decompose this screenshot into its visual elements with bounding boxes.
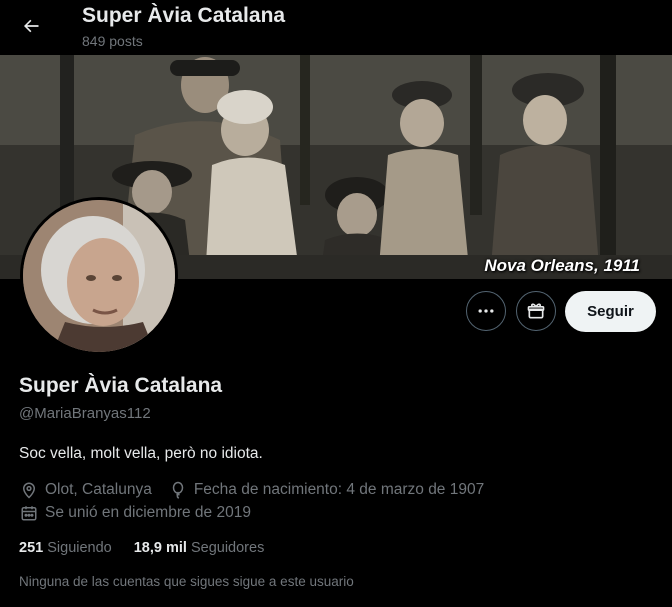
location-text: Olot, Catalunya	[45, 481, 152, 498]
more-options-button[interactable]	[466, 291, 506, 331]
header-title: Super Àvia Catalana	[82, 4, 286, 27]
profile-stats: 251 Siguiendo 18,9 mil Seguidores	[19, 540, 286, 556]
gift-icon	[527, 303, 545, 319]
more-icon	[478, 309, 494, 313]
back-button[interactable]	[14, 9, 48, 43]
profile-handle: @MariaBranyas112	[19, 405, 151, 422]
top-bar: Super Àvia Catalana 849 posts	[0, 0, 672, 55]
location-pin-icon	[19, 480, 39, 500]
profile-meta-row-1: Olot, Catalunya Fecha de nacimiento: 4 d…	[19, 480, 500, 500]
post-count: 849 posts	[82, 33, 143, 49]
birth-text: Fecha de nacimiento: 4 de marzo de 1907	[193, 481, 485, 498]
follow-button[interactable]: Seguir	[565, 291, 656, 332]
following-link[interactable]: 251 Siguiendo	[19, 540, 112, 556]
followers-link[interactable]: 18,9 mil Seguidores	[134, 540, 265, 556]
following-count: 251	[19, 540, 44, 556]
profile-meta-row-2: Se unió en diciembre de 2019	[19, 503, 267, 523]
followers-you-know-notice: Ninguna de las cuentas que sigues sigue …	[19, 574, 354, 589]
following-label: Siguiendo	[47, 540, 112, 556]
location-item: Olot, Catalunya	[19, 480, 152, 500]
followers-label: Seguidores	[190, 540, 265, 556]
joined-text: Se unió en diciembre de 2019	[45, 504, 251, 521]
joined-item: Se unió en diciembre de 2019	[19, 503, 251, 523]
birth-item: Fecha de nacimiento: 4 de marzo de 1907	[168, 480, 484, 500]
balloon-icon	[168, 480, 188, 500]
profile-name: Super Àvia Catalana	[19, 374, 223, 397]
avatar[interactable]	[20, 197, 178, 355]
banner-caption: Nova Orleans, 1911	[484, 256, 640, 275]
profile-bio: Soc vella, molt vella, però no idiota.	[19, 445, 263, 462]
avatar-photo	[23, 200, 175, 352]
gift-button[interactable]	[516, 291, 556, 331]
arrow-left-icon	[24, 19, 39, 33]
followers-count: 18,9 mil	[133, 540, 187, 556]
calendar-icon	[19, 503, 39, 523]
